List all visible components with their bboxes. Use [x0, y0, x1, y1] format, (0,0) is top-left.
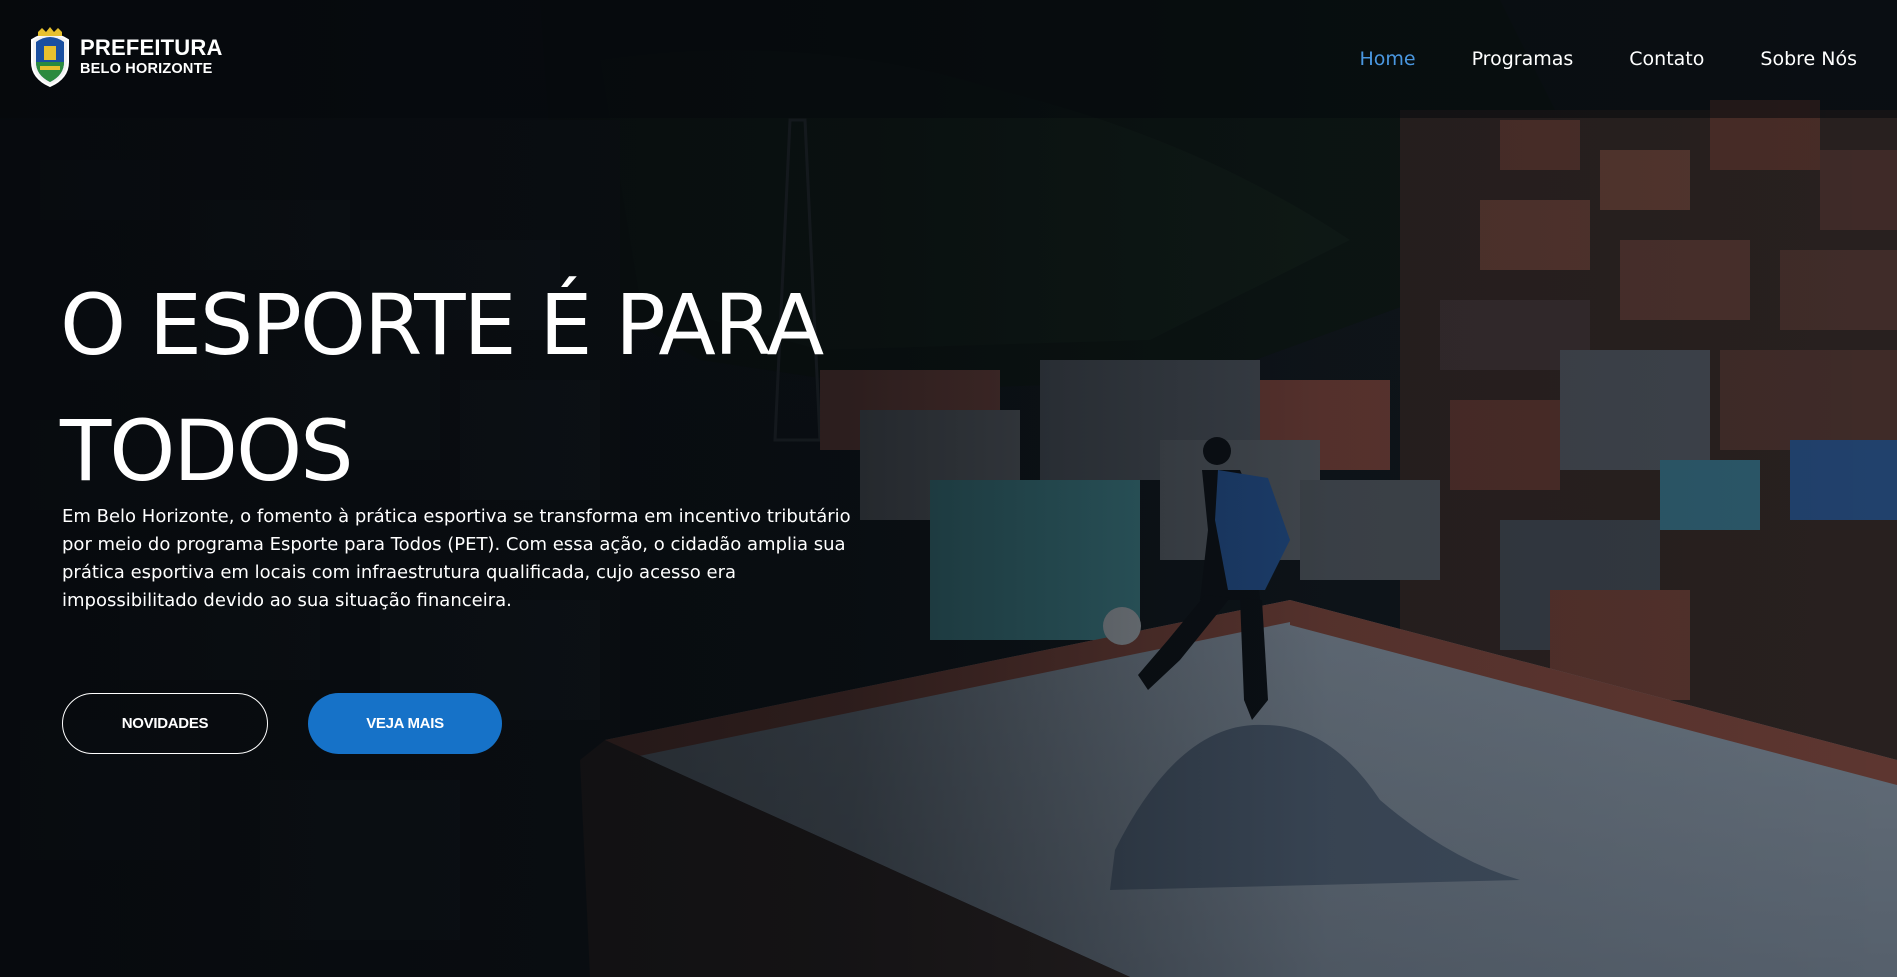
hero-headline: O ESPORTE É PARA TODOS — [60, 276, 824, 500]
veja-mais-button[interactable]: VEJA MAIS — [308, 693, 502, 754]
nav-programas[interactable]: Programas — [1472, 48, 1574, 70]
novidades-button[interactable]: NOVIDADES — [62, 693, 268, 754]
hero-description: Em Belo Horizonte, o fomento à prática e… — [62, 506, 851, 611]
logo-text: PREFEITURA BELO HORIZONTE — [80, 37, 223, 77]
nav-home[interactable]: Home — [1359, 48, 1415, 70]
coat-of-arms-icon — [31, 27, 69, 88]
hero-section: PREFEITURA BELO HORIZONTE Home Programas… — [0, 0, 1897, 977]
main-nav: Home Programas Contato Sobre Nós — [1303, 48, 1857, 70]
logo-subtitle: BELO HORIZONTE — [80, 61, 213, 78]
nav-sobre-nos[interactable]: Sobre Nós — [1760, 48, 1857, 70]
logo-link[interactable]: PREFEITURA BELO HORIZONTE — [26, 26, 223, 88]
nav-contato[interactable]: Contato — [1629, 48, 1704, 70]
logo-title: PREFEITURA — [80, 35, 223, 61]
site-header: PREFEITURA BELO HORIZONTE Home Programas… — [0, 0, 1897, 118]
